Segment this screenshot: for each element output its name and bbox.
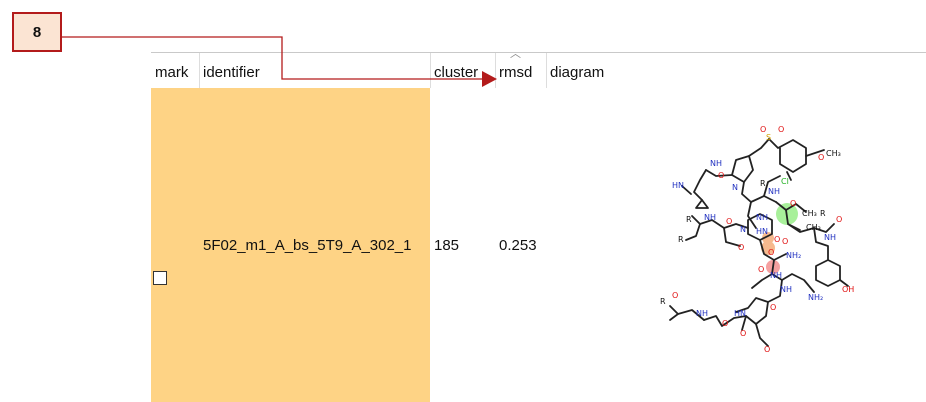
molecule-diagram: HN NH N O S O O Cl O CH₃ R NH O NH CH₃ C… [660, 125, 854, 354]
step-number: 8 [32, 23, 42, 41]
svg-text:CH₃: CH₃ [806, 223, 821, 232]
svg-text:HN: HN [756, 227, 768, 236]
svg-text:R: R [686, 215, 692, 224]
svg-text:NH: NH [710, 159, 722, 168]
svg-text:NH₂: NH₂ [808, 293, 823, 302]
column-header-identifier[interactable]: identifier [199, 53, 430, 88]
svg-text:OH: OH [842, 285, 854, 294]
svg-text:N: N [732, 183, 738, 192]
svg-text:O: O [768, 248, 774, 257]
svg-text:HN: HN [672, 181, 684, 190]
cell-rmsd: 0.253 [499, 236, 537, 254]
cell-cluster: 185 [434, 236, 460, 254]
column-header-cluster[interactable]: cluster [430, 53, 495, 88]
svg-text:O: O [722, 319, 728, 328]
column-header-mark[interactable]: mark [151, 53, 199, 88]
table-header: mark identifier cluster ︿ rmsd diagram [151, 48, 926, 88]
screen: 8 mark identifier cluster ︿ rmsd diagram… [0, 0, 926, 402]
svg-text:O: O [770, 303, 776, 312]
cell-identifier: 5F02_m1_A_bs_5T9_A_302_1 [203, 236, 412, 254]
column-header-rmsd[interactable]: ︿ rmsd [495, 48, 546, 88]
svg-text:Cl: Cl [781, 177, 789, 186]
svg-text:O: O [764, 345, 770, 354]
svg-text:O: O [782, 237, 788, 246]
results-table: mark identifier cluster ︿ rmsd diagram 5… [151, 48, 926, 402]
svg-text:O: O [726, 217, 732, 226]
svg-text:O: O [760, 125, 766, 134]
svg-text:N: N [740, 225, 746, 234]
svg-text:O: O [778, 125, 784, 134]
svg-text:R: R [820, 209, 826, 218]
svg-text:O: O [758, 265, 764, 274]
svg-text:NH: NH [696, 309, 708, 318]
svg-text:R: R [760, 179, 766, 188]
svg-text:O: O [672, 291, 678, 300]
svg-text:NH: NH [824, 233, 836, 242]
column-header-diagram[interactable]: diagram [546, 53, 926, 88]
svg-text:NH: NH [770, 271, 782, 280]
svg-text:NH: NH [704, 213, 716, 222]
svg-text:O: O [836, 215, 842, 224]
svg-text:NH₂: NH₂ [786, 251, 801, 260]
mark-checkbox[interactable] [153, 271, 167, 285]
svg-text:O: O [774, 235, 780, 244]
svg-text:CH₃: CH₃ [802, 209, 817, 218]
step-badge: 8 [12, 12, 62, 52]
svg-text:CH₃: CH₃ [826, 149, 841, 158]
svg-text:R: R [678, 235, 684, 244]
svg-text:NH: NH [768, 187, 780, 196]
sort-ascending-icon: ︿ [510, 48, 521, 60]
svg-text:R: R [660, 297, 666, 306]
svg-text:O: O [740, 329, 746, 338]
svg-text:S: S [766, 133, 771, 142]
svg-text:O: O [718, 171, 724, 180]
table-row[interactable]: 5F02_m1_A_bs_5T9_A_302_1 185 0.253 HN NH… [151, 88, 926, 402]
svg-text:O: O [818, 153, 824, 162]
svg-text:O: O [738, 243, 744, 252]
svg-text:HN: HN [734, 309, 746, 318]
svg-text:NH: NH [756, 213, 768, 222]
svg-text:O: O [790, 199, 796, 208]
svg-text:NH: NH [780, 285, 792, 294]
